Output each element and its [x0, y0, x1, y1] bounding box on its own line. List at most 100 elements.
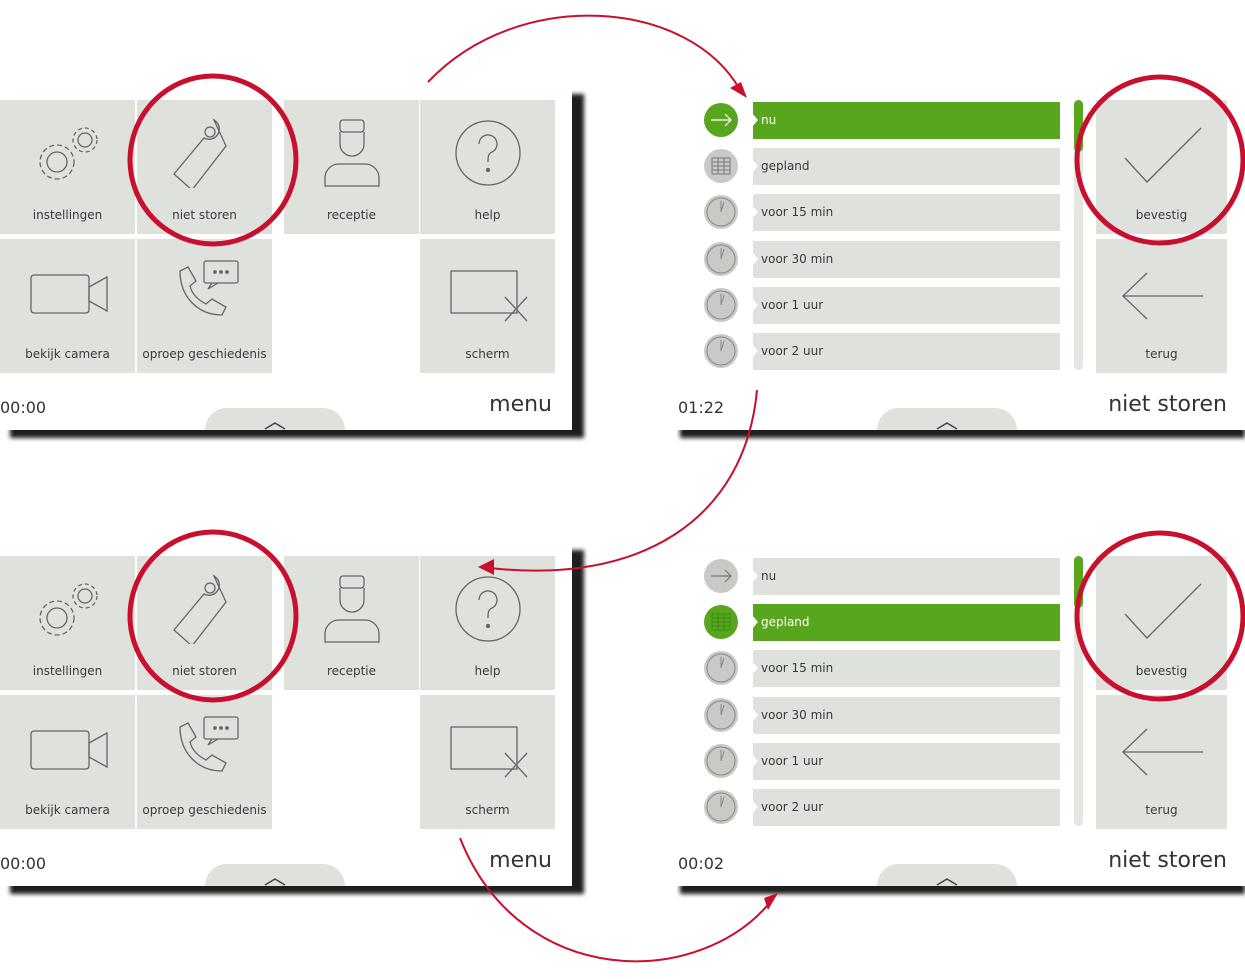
clock-icon	[704, 651, 738, 686]
option-label: voor 30 min	[761, 251, 834, 266]
scrollbar[interactable]	[1074, 556, 1083, 826]
screen-title: niet storen	[1108, 848, 1227, 873]
clock-readout: 00:00	[0, 398, 47, 417]
row-notch	[752, 159, 758, 174]
row-notch	[752, 615, 758, 630]
option-row-voor-2-uur[interactable]: voor 2 uur	[752, 789, 1060, 826]
option-label: gepland	[761, 615, 810, 630]
clock-icon	[704, 334, 738, 368]
option-label: gepland	[761, 159, 810, 174]
clock-icon	[704, 195, 738, 230]
back-label: terug	[1145, 347, 1178, 361]
menu-screen: instellingen niet storen receptie help bekij…	[0, 90, 572, 430]
option-label: voor 15 min	[761, 205, 834, 220]
scrollbar[interactable]	[1074, 100, 1083, 370]
menu-tile-label: help	[474, 664, 501, 678]
scrollbar-thumb[interactable]	[1074, 556, 1083, 608]
menu-tile-oproep-geschiedenis[interactable]: oproep geschiedenis	[137, 695, 272, 829]
niet-storen-screen: nu gepland voor 15 min voor 30 min voor 1 uu…	[672, 546, 1245, 886]
clock-icon	[704, 790, 738, 824]
menu-tile-oproep-geschiedenis[interactable]: oproep geschiedenis	[137, 239, 272, 373]
swipe-up-handle[interactable]	[205, 864, 345, 886]
menu-tile-receptie[interactable]: receptie	[284, 100, 419, 234]
option-row-voor-1-uur[interactable]: voor 1 uur	[752, 742, 1060, 780]
option-row-gepland[interactable]: gepland	[752, 604, 1060, 642]
clock-icon	[704, 697, 738, 732]
menu-tile-instellingen[interactable]: instellingen	[0, 100, 135, 234]
option-row-nu[interactable]: nu	[752, 558, 1060, 595]
menu-tile-scherm[interactable]: scherm	[420, 695, 555, 829]
option-label: voor 1 uur	[761, 297, 824, 312]
menu-tile-help[interactable]: help	[420, 100, 555, 234]
menu-tile-receptie[interactable]: receptie	[284, 556, 419, 690]
option-row-voor-2-uur[interactable]: voor 2 uur	[752, 333, 1060, 370]
screen-title: niet storen	[1108, 392, 1227, 417]
flow-arrow-1	[427, 14, 741, 91]
row-notch	[752, 753, 758, 768]
row-notch	[752, 344, 758, 358]
menu-tile-label: bekijk camera	[25, 803, 110, 817]
swipe-up-handle[interactable]	[205, 408, 345, 430]
menu-tile-label: help	[474, 208, 501, 222]
menu-tile-label: scherm	[465, 347, 510, 361]
menu-tile-label: niet storen	[172, 208, 237, 222]
screen-title: menu	[489, 848, 552, 873]
confirm-button[interactable]: bevestig	[1096, 556, 1227, 690]
menu-tile-label: receptie	[326, 664, 377, 678]
option-label: voor 2 uur	[761, 800, 824, 814]
option-row-voor-15-min[interactable]: voor 15 min	[752, 650, 1060, 688]
menu-tile-bekijk-camera[interactable]: bekijk camera	[0, 695, 135, 829]
row-notch	[752, 251, 758, 266]
clock-readout: 01:22	[678, 398, 725, 417]
menu-tile-label: bekijk camera	[25, 347, 110, 361]
back-label: terug	[1145, 803, 1178, 817]
option-row-nu[interactable]: nu	[752, 102, 1060, 139]
swipe-up-handle[interactable]	[877, 408, 1017, 430]
option-label: voor 15 min	[761, 661, 834, 676]
menu-tile-label: instellingen	[32, 664, 103, 678]
option-row-voor-15-min[interactable]: voor 15 min	[752, 194, 1060, 232]
chevron-up-icon	[263, 872, 287, 891]
menu-screen: instellingen niet storen receptie help bekij…	[0, 546, 572, 886]
row-notch	[752, 297, 758, 312]
confirm-button[interactable]: bevestig	[1096, 100, 1227, 234]
option-row-voor-30-min[interactable]: voor 30 min	[752, 240, 1060, 278]
option-label: voor 1 uur	[761, 753, 824, 768]
menu-tile-scherm[interactable]: scherm	[420, 239, 555, 373]
chevron-up-icon	[935, 872, 959, 891]
menu-tile-help[interactable]: help	[420, 556, 555, 690]
screen-title: menu	[489, 392, 552, 417]
menu-tile-label: receptie	[326, 208, 377, 222]
option-row-voor-1-uur[interactable]: voor 1 uur	[752, 286, 1060, 324]
option-label: nu	[761, 569, 777, 583]
menu-tile-label: oproep geschiedenis	[142, 803, 267, 817]
back-button[interactable]: terug	[1096, 695, 1227, 829]
chevron-up-icon	[935, 416, 959, 435]
option-row-gepland[interactable]: gepland	[752, 148, 1060, 186]
clock-readout: 00:00	[0, 854, 47, 873]
clock-icon	[704, 287, 738, 322]
chevron-up-icon	[263, 416, 287, 435]
row-notch	[752, 707, 758, 722]
calendar-grid-icon	[704, 605, 738, 640]
swipe-up-handle[interactable]	[877, 864, 1017, 886]
niet-storen-screen: nu gepland voor 15 min voor 30 min voor 1 uu…	[672, 90, 1245, 430]
row-notch	[752, 661, 758, 676]
row-notch	[752, 113, 758, 127]
back-button[interactable]: terug	[1096, 239, 1227, 373]
row-notch	[752, 569, 758, 583]
menu-tile-niet-storen[interactable]: niet storen	[137, 100, 272, 234]
confirm-label: bevestig	[1135, 664, 1188, 678]
row-notch	[752, 205, 758, 220]
scrollbar-thumb[interactable]	[1074, 100, 1083, 152]
clock-icon	[704, 241, 738, 276]
menu-tile-label: niet storen	[172, 664, 237, 678]
arrow-right-icon	[704, 559, 738, 593]
option-row-voor-30-min[interactable]: voor 30 min	[752, 696, 1060, 734]
menu-tile-instellingen[interactable]: instellingen	[0, 556, 135, 690]
menu-tile-bekijk-camera[interactable]: bekijk camera	[0, 239, 135, 373]
menu-tile-niet-storen[interactable]: niet storen	[137, 556, 272, 690]
confirm-label: bevestig	[1135, 208, 1188, 222]
menu-tile-label: scherm	[465, 803, 510, 817]
clock-icon	[704, 743, 738, 778]
